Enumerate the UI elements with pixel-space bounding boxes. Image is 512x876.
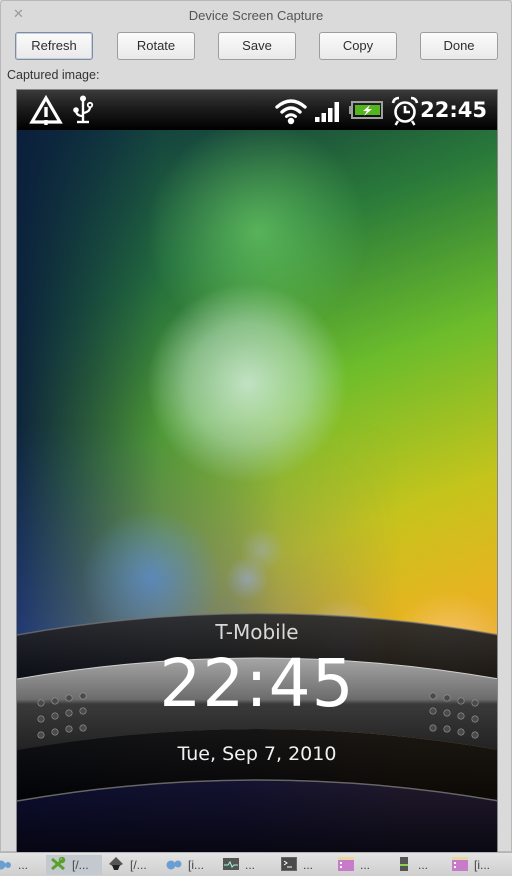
taskbar-item-label: [/... [130, 858, 147, 872]
window-icon [452, 857, 468, 871]
status-bar: 22:45 [17, 90, 497, 130]
taskbar-item[interactable]: [i... [452, 855, 490, 875]
taskbar-item-label: ... [303, 858, 314, 872]
taskbar-item[interactable]: ... [338, 855, 370, 875]
taskbar-item[interactable]: [/... [108, 855, 147, 875]
battery-charging-icon [349, 101, 383, 119]
taskbar-item[interactable]: ... [281, 855, 313, 875]
status-bar-time: 22:45 [420, 98, 487, 122]
signal-icon [315, 102, 339, 122]
taskbar-item[interactable]: [i... [166, 855, 204, 875]
server-icon [400, 857, 408, 871]
title-bar[interactable]: ✕ Device Screen Capture [1, 1, 511, 29]
captured-image-label: Captured image: [7, 68, 100, 82]
device-screen-capture-window: ✕ Device Screen Capture Refresh Rotate S… [0, 0, 512, 853]
taskbar-item-label: [i... [188, 858, 205, 872]
alarm-icon [391, 96, 419, 126]
taskbar-item-label: ... [418, 858, 429, 872]
terminal-icon [281, 857, 297, 871]
app-icon-blue-dots [166, 860, 182, 870]
captured-image: 22:45 T-Mobile 22:45 Tue, Sep 7, 2010 [16, 89, 498, 853]
window-icon [338, 857, 354, 871]
save-button[interactable]: Save [218, 32, 296, 60]
app-icon-green-x [51, 857, 66, 871]
taskbar-item[interactable]: [/... [46, 855, 102, 875]
system-monitor-icon [223, 858, 239, 870]
taskbar-item-label: [i... [474, 858, 491, 872]
taskbar-item[interactable]: ... [396, 855, 428, 875]
lockscreen-clock-widget[interactable]: T-Mobile 22:45 Tue, Sep 7, 2010 [17, 605, 497, 853]
done-button[interactable]: Done [420, 32, 498, 60]
taskbar-item[interactable]: ... [0, 855, 28, 875]
inkscape-icon [109, 857, 123, 870]
taskbar-item-label: ... [18, 858, 29, 872]
app-icon-blue-dots [0, 860, 11, 870]
taskbar-item-label: [/... [72, 858, 89, 872]
wifi-icon [275, 99, 307, 125]
rotate-button[interactable]: Rotate [117, 32, 195, 60]
lockscreen-date: Tue, Sep 7, 2010 [177, 743, 337, 765]
usb-icon [73, 95, 94, 124]
lockscreen-clock: 22:45 [159, 645, 355, 722]
copy-button[interactable]: Copy [319, 32, 397, 60]
carrier-name: T-Mobile [215, 620, 299, 644]
taskbar-item-label: ... [360, 858, 371, 872]
window-title: Device Screen Capture [188, 8, 324, 23]
taskbar-item[interactable]: ... [223, 855, 255, 875]
taskbar-item-label: ... [245, 858, 256, 872]
refresh-button[interactable]: Refresh [15, 32, 93, 60]
taskbar: ... [/... [/... [i... ... ... ... ... [i… [0, 852, 512, 876]
warning-icon [29, 95, 63, 125]
